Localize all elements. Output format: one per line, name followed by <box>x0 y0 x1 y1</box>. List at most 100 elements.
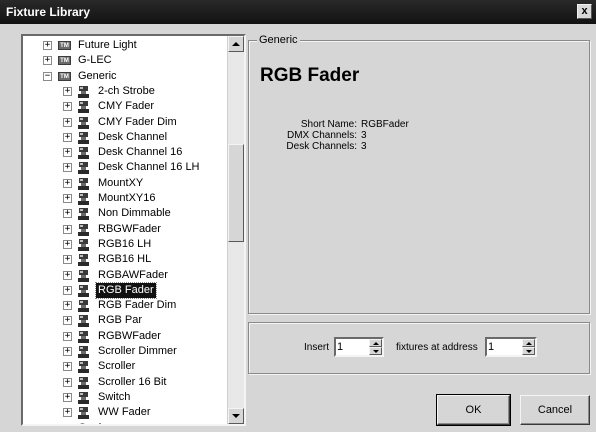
fixture-icon <box>78 376 89 389</box>
expand-icon[interactable]: + <box>63 132 72 142</box>
manufacturer-item[interactable]: + TM Future Light <box>23 38 228 53</box>
manufacturer-item[interactable]: + TM Geni <box>23 421 228 424</box>
expand-icon[interactable]: + <box>63 316 72 326</box>
tree-item-label: RGB16 HL <box>98 253 152 266</box>
expand-icon[interactable]: + <box>63 392 72 402</box>
expand-icon[interactable]: + <box>63 224 72 234</box>
manufacturer-item[interactable]: − TM Generic <box>23 69 228 84</box>
expand-icon[interactable]: + <box>63 285 72 295</box>
expand-icon[interactable]: + <box>63 362 72 372</box>
fixture-item[interactable]: + RGB16 LH <box>23 237 228 252</box>
tree-item-label: RGB Fader <box>95 281 157 299</box>
fixture-item[interactable]: + CMY Fader <box>23 99 228 114</box>
fixture-icon <box>78 131 89 144</box>
spin-down-button[interactable] <box>522 347 535 355</box>
fixture-icon <box>78 315 89 328</box>
manufacturer-badge-icon: TM <box>58 71 71 81</box>
fixture-item[interactable]: + RGB16 HL <box>23 252 228 267</box>
fixture-item[interactable]: + RGB Fader Dim <box>23 298 228 313</box>
fixture-icon <box>78 254 89 267</box>
expand-icon[interactable]: + <box>63 117 72 127</box>
spin-up-button[interactable] <box>522 339 535 347</box>
fixture-item[interactable]: + Scroller Dimmer <box>23 344 228 359</box>
manufacturer-badge-icon: TM <box>58 56 71 66</box>
expand-icon[interactable]: + <box>63 347 72 356</box>
fixture-count-input[interactable] <box>337 340 365 354</box>
fixture-icon <box>78 269 89 282</box>
spin-up-icon <box>373 342 379 345</box>
fixture-item[interactable]: + RGB Fader <box>23 281 228 299</box>
tree-item-label: Desk Channel 16 <box>98 146 183 159</box>
cancel-button[interactable]: Cancel <box>520 395 590 425</box>
expand-icon[interactable]: + <box>63 102 72 112</box>
spin-down-icon <box>526 350 532 353</box>
expand-icon[interactable]: + <box>63 163 72 173</box>
fixture-count-spinner[interactable] <box>334 337 384 357</box>
address-input[interactable] <box>488 340 516 354</box>
expand-icon[interactable]: + <box>43 41 52 50</box>
fixture-count-spin-buttons[interactable] <box>369 339 382 355</box>
fixture-info: Short Name: RGBFader DMX Channels: 3 Des… <box>249 119 589 159</box>
fixture-item[interactable]: + Desk Channel 16 LH <box>23 160 228 175</box>
tree-item-label: Desk Channel 16 LH <box>98 161 200 174</box>
fixture-item[interactable]: +2-ch Strobe <box>23 84 228 99</box>
spin-down-icon <box>373 350 379 353</box>
ok-button[interactable]: OK <box>436 394 511 426</box>
insert-label: Insert <box>304 342 330 353</box>
expand-icon[interactable]: + <box>43 423 52 424</box>
fixture-icon <box>78 238 89 251</box>
manufacturer-item[interactable]: + TM G-LEC <box>23 53 228 68</box>
fixture-item[interactable]: + MountXY <box>23 176 228 191</box>
close-icon[interactable]: x <box>577 4 592 19</box>
fixture-item[interactable]: + RGBAWFader <box>23 268 228 283</box>
arrow-up-icon <box>232 42 240 46</box>
fixture-item[interactable]: + Desk Channel <box>23 130 228 145</box>
spin-down-button[interactable] <box>369 347 382 355</box>
tree-item-label: RGB16 LH <box>98 237 152 250</box>
collapse-icon[interactable]: − <box>43 71 52 81</box>
fixture-item[interactable]: + CMY Fader Dim <box>23 115 228 130</box>
fixture-item[interactable]: + Switch <box>23 390 228 405</box>
fixture-item[interactable]: + MountXY16 <box>23 191 228 206</box>
fixture-item[interactable]: + Scroller <box>23 359 228 374</box>
tree-vertical-scrollbar[interactable] <box>227 36 244 424</box>
fixture-item[interactable]: + Desk Channel 16 <box>23 145 228 160</box>
expand-icon[interactable]: + <box>63 408 72 418</box>
tree-item-label: CMY Fader Dim <box>98 115 177 128</box>
expand-icon[interactable]: + <box>63 178 72 188</box>
fixture-item[interactable]: + Non Dimmable <box>23 206 228 221</box>
fixture-item[interactable]: + RGBWFader <box>23 329 228 344</box>
tree-item-label: Future Light <box>78 39 137 51</box>
title-bar[interactable]: Fixture Library x <box>0 0 596 24</box>
scroll-down-button[interactable] <box>228 408 244 424</box>
spin-up-button[interactable] <box>369 339 382 347</box>
fixture-library-dialog: Fixture Library x + TM Future Light + TM G-LE… <box>0 0 596 432</box>
expand-icon[interactable]: + <box>63 255 72 265</box>
fixture-item[interactable]: + RGB Par <box>23 313 228 328</box>
fixture-item[interactable]: + RBGWFader <box>23 222 228 237</box>
fixture-tree[interactable]: + TM Future Light + TM G-LEC − TM Generic +2-ch S… <box>21 34 246 426</box>
tree-item-label: RBGWFader <box>98 222 161 235</box>
expand-icon[interactable]: + <box>63 270 72 280</box>
expand-icon[interactable]: + <box>43 56 52 66</box>
fixture-item[interactable]: + Scroller 16 Bit <box>23 375 228 390</box>
expand-icon[interactable]: + <box>63 194 72 203</box>
expand-icon[interactable]: + <box>63 209 72 219</box>
fixture-item[interactable]: + WW Fader <box>23 405 228 420</box>
scroll-thumb[interactable] <box>228 144 244 242</box>
expand-icon[interactable]: + <box>63 86 72 96</box>
expand-icon[interactable]: + <box>63 377 72 387</box>
fixture-icon <box>78 162 89 175</box>
fixture-icon <box>78 330 89 343</box>
expand-icon[interactable]: + <box>63 331 72 341</box>
insert-group: Insert fixtures at address <box>248 322 590 374</box>
scroll-up-button[interactable] <box>228 36 244 52</box>
tree-item-label: Non Dimmable <box>98 207 171 220</box>
address-spin-buttons[interactable] <box>522 339 535 355</box>
fixture-icon <box>78 391 89 404</box>
tree-item-label: RGBAWFader <box>98 268 168 281</box>
expand-icon[interactable]: + <box>63 239 72 249</box>
expand-icon[interactable]: + <box>63 148 72 158</box>
address-spinner[interactable] <box>485 337 537 357</box>
expand-icon[interactable]: + <box>63 301 72 311</box>
